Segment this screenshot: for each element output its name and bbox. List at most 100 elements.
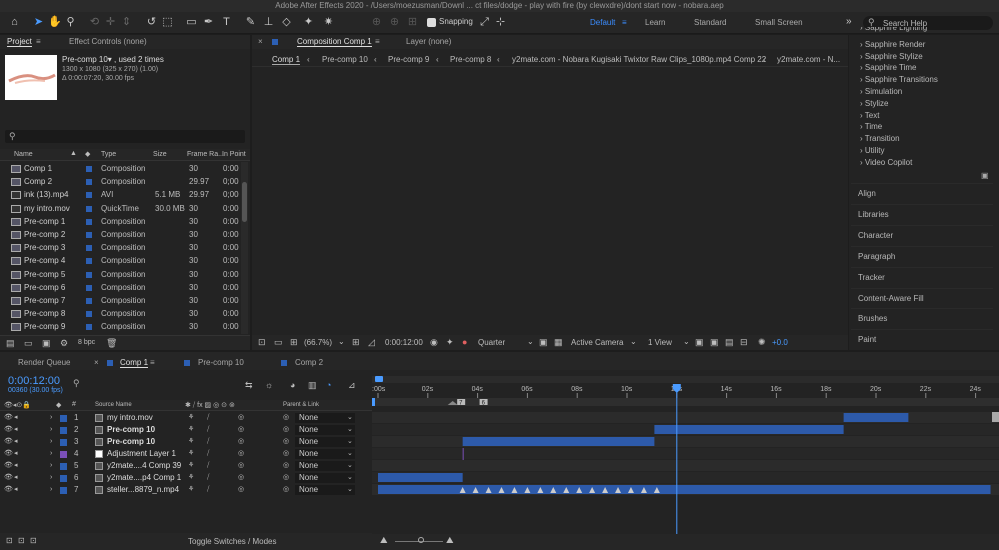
- panel-section[interactable]: Tracker: [851, 266, 993, 287]
- layer-row[interactable]: 👁 ◂ › 7 steller...8879_n.mp4 ⚘ ⧸ ◎ ◎ Non…: [0, 484, 372, 496]
- layer-bar[interactable]: [843, 413, 909, 422]
- effect-category[interactable]: › Utility: [860, 146, 884, 155]
- new-comp-icon[interactable]: ▣: [42, 338, 51, 349]
- dolly-camera-icon[interactable]: ⇕: [120, 16, 133, 29]
- reset-exposure-icon[interactable]: ✺: [758, 337, 766, 348]
- eye-icon[interactable]: 👁: [4, 412, 13, 424]
- snapping-checkbox[interactable]: [427, 18, 436, 27]
- home-icon[interactable]: ⌂: [8, 16, 21, 29]
- new-bin-icon[interactable]: ▣: [981, 171, 989, 180]
- grid-icon[interactable]: ⊞: [352, 337, 360, 348]
- audio-icon[interactable]: ◂: [14, 460, 18, 472]
- panel-section[interactable]: Libraries: [851, 203, 993, 224]
- eraser-tool-icon[interactable]: ◇: [280, 16, 293, 29]
- eye-icon[interactable]: 👁: [4, 484, 13, 496]
- pickwhip-icon[interactable]: ◎: [283, 472, 289, 484]
- graph-editor-icon[interactable]: ⊿: [348, 380, 356, 391]
- tab-layer[interactable]: Layer (none): [406, 37, 451, 46]
- toggle-switches-modes[interactable]: Toggle Switches / Modes: [188, 537, 277, 546]
- roto-brush-icon[interactable]: ✦: [302, 16, 315, 29]
- layer-label-color[interactable]: [60, 463, 67, 470]
- pan-behind-icon[interactable]: ⬚: [161, 16, 174, 29]
- color-channels-icon[interactable]: ●: [462, 337, 467, 347]
- frame-blending-icon[interactable]: ▥: [308, 380, 317, 391]
- axis-local-icon[interactable]: ⊕: [370, 16, 383, 29]
- tab-comp-2[interactable]: Comp 2: [295, 358, 323, 367]
- tab-precomp-10[interactable]: Pre-comp 10: [198, 358, 244, 367]
- comp-menu-icon[interactable]: ≡: [375, 37, 380, 46]
- camera-dropdown-icon[interactable]: ⌄: [630, 337, 637, 346]
- expand-layer-icon[interactable]: ⊡: [6, 536, 13, 545]
- label-col-icon[interactable]: ◆: [85, 150, 90, 158]
- project-item[interactable]: my intro.mov QuickTime 30.0 MB 30 0:00: [0, 202, 240, 215]
- twirl-icon[interactable]: ›: [50, 436, 52, 448]
- effect-category[interactable]: › Text: [860, 111, 879, 120]
- chevron-down-icon[interactable]: ⌄: [347, 484, 353, 496]
- audio-icon[interactable]: ◂: [14, 472, 18, 484]
- view-select[interactable]: 1 View: [648, 338, 672, 347]
- comp-mini-flowchart-icon[interactable]: ⇆: [245, 380, 253, 391]
- puppet-pin-icon[interactable]: ✷: [322, 16, 335, 29]
- effect-category[interactable]: › Sapphire Transitions: [860, 75, 938, 84]
- quality-switch-icon[interactable]: ⧸: [207, 460, 209, 472]
- view-dropdown-icon[interactable]: ⌄: [683, 337, 690, 346]
- project-item[interactable]: Pre-comp 6 Composition 30 0:00: [0, 281, 240, 294]
- effect-category[interactable]: › Transition: [860, 134, 900, 143]
- exposure-value[interactable]: +0.0: [772, 338, 788, 347]
- motion-blur-switch-icon[interactable]: ◎: [238, 412, 244, 424]
- effect-category[interactable]: › Sapphire Stylize: [860, 52, 923, 61]
- layer-row[interactable]: 👁 ◂ › 6 y2mate....p4 Comp 1 ⚘ ⧸ ◎ ◎ None…: [0, 472, 372, 484]
- region-interest-icon[interactable]: ▣: [539, 337, 548, 348]
- effect-category[interactable]: › Sapphire Time: [860, 63, 917, 72]
- project-item[interactable]: Comp 1 Composition 30 0:00: [0, 162, 240, 175]
- work-area-start-handle[interactable]: [375, 376, 383, 382]
- shy-switch-icon[interactable]: ⚘: [188, 424, 194, 436]
- layer-row[interactable]: 👁 ◂ › 2 Pre-comp 10 ⚘ ⧸ ◎ ◎ None ⌄: [0, 424, 372, 436]
- timeline-search-input[interactable]: ⚲: [73, 378, 243, 390]
- nav-precomp-9[interactable]: Pre-comp 9: [388, 55, 429, 64]
- effect-category[interactable]: › Simulation: [860, 87, 902, 96]
- clone-stamp-icon[interactable]: ⊥: [262, 16, 275, 29]
- zoom-tool-icon[interactable]: ⚲: [64, 16, 77, 29]
- axis-world-icon[interactable]: ⊕: [388, 16, 401, 29]
- type-tool-icon[interactable]: T: [220, 16, 233, 29]
- sort-icon[interactable]: ▲: [70, 150, 77, 157]
- audio-icon[interactable]: ◂: [14, 424, 18, 436]
- col-name[interactable]: Name: [14, 151, 33, 158]
- audio-icon[interactable]: ◂: [14, 436, 18, 448]
- project-item[interactable]: Pre-comp 3 Composition 30 0:00: [0, 241, 240, 254]
- workspace-default[interactable]: Default: [590, 18, 615, 27]
- interpret-footage-icon[interactable]: ▤: [6, 338, 15, 349]
- layer-label-color[interactable]: [60, 439, 67, 446]
- project-search-input[interactable]: ⚲: [5, 130, 245, 143]
- rotation-tool-icon[interactable]: ↺: [145, 16, 158, 29]
- shy-switch-icon[interactable]: ⚘: [188, 412, 194, 424]
- brush-tool-icon[interactable]: ✎: [244, 16, 257, 29]
- motion-blur-switch-icon[interactable]: ◎: [238, 448, 244, 460]
- timeline-menu-icon[interactable]: ≡: [150, 358, 155, 367]
- layer-bar[interactable]: [462, 437, 655, 446]
- preview-name[interactable]: Pre-comp 10▾ , used 2 times: [62, 55, 164, 64]
- eye-icon[interactable]: 👁: [4, 472, 13, 484]
- motion-blur-switch-icon[interactable]: ◎: [238, 436, 244, 448]
- shy-switch-icon[interactable]: ⚘: [188, 448, 194, 460]
- panel-section[interactable]: Character: [851, 224, 993, 245]
- project-item[interactable]: Pre-comp 7 Composition 30 0:00: [0, 294, 240, 307]
- layer-name[interactable]: Pre-comp 10: [107, 436, 155, 448]
- effect-category[interactable]: › Sapphire Lighting: [860, 27, 927, 33]
- layer-bar[interactable]: [378, 473, 463, 482]
- project-scrollbar[interactable]: [241, 162, 248, 334]
- pen-tool-icon[interactable]: ✒: [202, 16, 215, 29]
- source-name-header[interactable]: Source Name: [95, 402, 132, 408]
- layer-name[interactable]: my intro.mov: [107, 412, 153, 424]
- effect-category[interactable]: › Video Copilot: [860, 158, 912, 167]
- layer-row[interactable]: 👁 ◂ › 4 Adjustment Layer 1 ⚘ ⧸ ◎ ◎ None …: [0, 448, 372, 460]
- fast-previews-icon[interactable]: ▣: [710, 337, 719, 348]
- project-item[interactable]: ink (13).mp4 AVI 5.1 MB 29.97 0;00: [0, 188, 240, 201]
- always-preview-icon[interactable]: ⊡: [258, 337, 266, 348]
- expand-transfer-icon[interactable]: ⊡: [18, 536, 25, 545]
- timeline-icon[interactable]: ▤: [725, 337, 734, 348]
- layer-label-color[interactable]: [60, 427, 67, 434]
- snapshot-icon[interactable]: ◉: [430, 337, 438, 348]
- layer-name[interactable]: y2mate....4 Comp 39: [107, 460, 181, 472]
